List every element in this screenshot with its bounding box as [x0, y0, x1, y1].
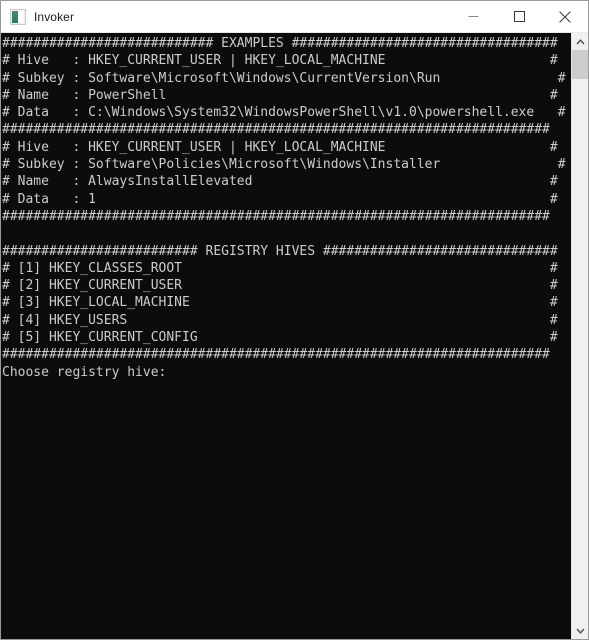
window-controls — [450, 1, 588, 32]
window-title: Invoker — [34, 9, 75, 24]
maximize-button[interactable] — [496, 1, 542, 32]
chevron-up-icon — [575, 38, 585, 44]
minimize-button[interactable] — [450, 1, 496, 32]
close-icon — [559, 10, 571, 23]
app-window: Invoker ########################### EXAM… — [0, 0, 589, 640]
scroll-up-button[interactable] — [572, 33, 588, 50]
close-button[interactable] — [542, 1, 588, 32]
minimize-icon — [468, 16, 478, 17]
scrollbar-thumb[interactable] — [572, 50, 588, 79]
console-output[interactable]: ########################### EXAMPLES ###… — [1, 33, 571, 639]
console-client-area: ########################### EXAMPLES ###… — [1, 33, 588, 639]
console-text: ########################### EXAMPLES ###… — [2, 36, 566, 380]
maximize-icon — [513, 11, 525, 22]
scroll-down-button[interactable] — [572, 622, 588, 639]
vertical-scrollbar[interactable] — [571, 33, 588, 639]
app-icon — [10, 8, 26, 25]
chevron-down-icon — [575, 628, 585, 634]
title-bar[interactable]: Invoker — [1, 1, 588, 33]
scrollbar-track[interactable] — [572, 50, 588, 622]
